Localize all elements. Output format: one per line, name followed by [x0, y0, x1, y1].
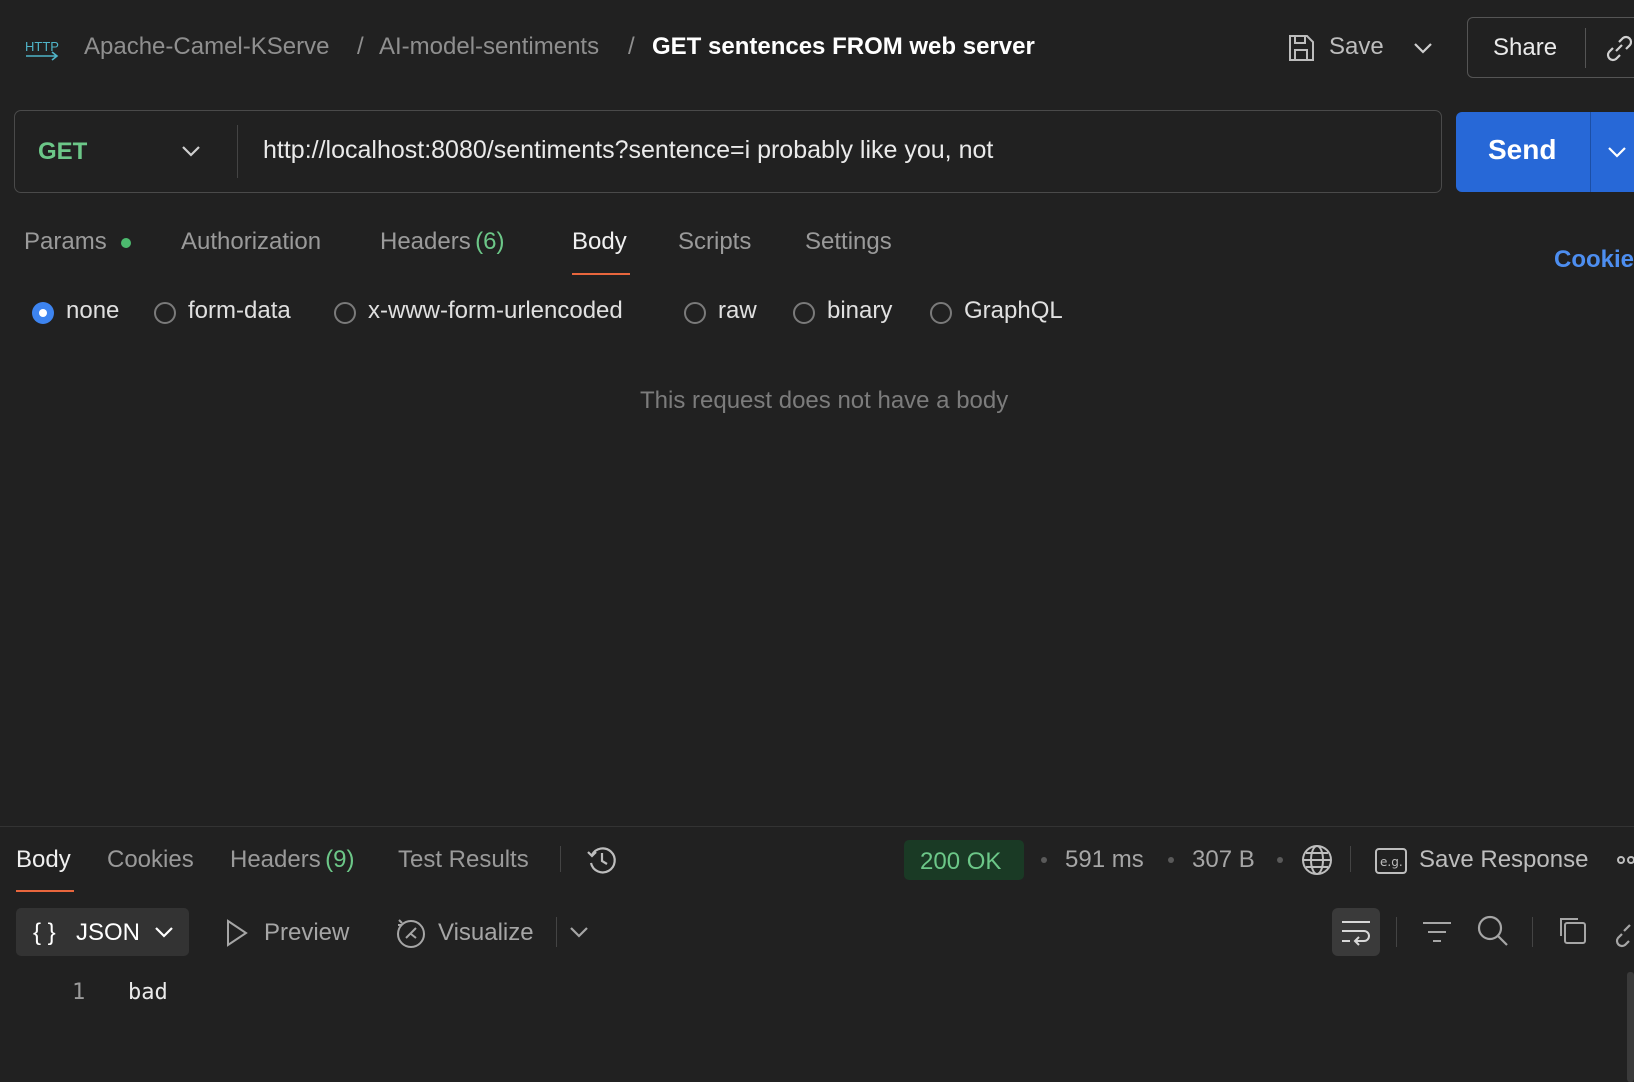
chevron-down-icon — [180, 141, 202, 161]
visualize-label: Visualize — [438, 919, 534, 946]
copy-icon[interactable] — [1556, 914, 1590, 948]
link-icon[interactable] — [1612, 914, 1634, 948]
globe-icon[interactable] — [1300, 843, 1334, 877]
radio-none-label: none — [66, 297, 120, 324]
tab-authorization[interactable]: Authorization — [181, 228, 321, 256]
visualize-button[interactable]: Visualize — [394, 914, 544, 950]
example-icon: e.g. — [1374, 846, 1408, 876]
params-active-dot — [121, 238, 131, 248]
response-tab-headers[interactable]: Headers (9) — [230, 846, 355, 874]
radio-binary-label: binary — [827, 297, 893, 324]
headers-count: (6) — [475, 228, 505, 255]
preview-button[interactable]: Preview — [224, 916, 364, 950]
copy-link-icon[interactable] — [1603, 32, 1634, 64]
line-number: 1 — [72, 980, 86, 1005]
send-options-chevron-icon[interactable] — [1606, 142, 1628, 162]
visualize-icon — [394, 916, 428, 950]
breadcrumb-collection[interactable]: Apache-Camel-KServe — [84, 33, 329, 61]
breadcrumb-separator: / — [628, 33, 635, 60]
format-label: JSON — [76, 919, 141, 946]
scrollbar[interactable] — [1627, 972, 1634, 1082]
radio-button — [154, 302, 176, 324]
radio-button — [684, 302, 706, 324]
svg-text:e.g.: e.g. — [1380, 855, 1403, 869]
share-group: Share — [1467, 17, 1634, 78]
breadcrumb-separator: / — [357, 33, 364, 60]
search-icon[interactable] — [1476, 914, 1510, 948]
url-input[interactable]: http://localhost:8080/sentiments?sentenc… — [263, 136, 993, 165]
radio-button-selected — [32, 302, 54, 324]
response-tab-test-results[interactable]: Test Results — [398, 846, 529, 874]
tab-settings[interactable]: Settings — [805, 228, 892, 256]
save-label: Save — [1329, 33, 1384, 60]
separator-dot — [1277, 857, 1283, 863]
breadcrumb-folder[interactable]: AI-model-sentiments — [379, 33, 599, 61]
braces-icon: { } — [33, 919, 56, 946]
play-icon — [224, 918, 250, 948]
active-tab-indicator — [572, 273, 630, 275]
response-time[interactable]: 591 ms — [1065, 846, 1144, 874]
chevron-down-icon — [153, 922, 175, 942]
code-line: bad — [128, 980, 168, 1005]
response-headers-count: (9) — [325, 846, 355, 873]
request-title[interactable]: GET sentences FROM web server — [652, 33, 1035, 61]
tab-body[interactable]: Body — [572, 228, 627, 256]
wrap-lines-icon — [1340, 917, 1372, 947]
more-options-icon[interactable] — [1617, 852, 1634, 868]
save-button[interactable]: Save — [1286, 30, 1386, 66]
radio-button — [334, 302, 356, 324]
response-size[interactable]: 307 B — [1192, 846, 1255, 874]
status-text: 200 OK — [920, 848, 1002, 875]
status-badge[interactable]: 200 OK — [904, 840, 1024, 880]
tab-headers[interactable]: Headers (6) — [380, 228, 505, 256]
radio-button — [930, 302, 952, 324]
svg-text:HTTP: HTTP — [25, 39, 59, 54]
response-active-tab-indicator — [16, 890, 74, 892]
wrap-lines-button[interactable] — [1332, 908, 1380, 956]
radio-graphql-label: GraphQL — [964, 297, 1063, 324]
cookies-link[interactable]: Cookies — [1554, 246, 1634, 274]
tab-params[interactable]: Params — [24, 228, 131, 256]
filter-icon[interactable] — [1421, 917, 1453, 947]
response-tab-cookies[interactable]: Cookies — [107, 846, 194, 874]
radio-form-data-label: form-data — [188, 297, 291, 324]
format-select[interactable]: { } JSON — [16, 908, 189, 956]
http-icon: HTTP — [24, 32, 60, 64]
tab-headers-label: Headers — [380, 228, 471, 255]
save-icon — [1286, 33, 1316, 63]
response-tab-body[interactable]: Body — [16, 846, 71, 874]
tab-scripts[interactable]: Scripts — [678, 228, 751, 256]
send-button[interactable]: Send — [1488, 134, 1556, 166]
save-response-label: Save Response — [1419, 846, 1589, 873]
visualize-options-chevron-icon[interactable] — [568, 922, 590, 942]
response-tab-headers-label: Headers — [230, 846, 321, 873]
separator-dot — [1041, 857, 1047, 863]
separator-dot — [1168, 857, 1174, 863]
pane-divider[interactable] — [0, 826, 1634, 827]
preview-label: Preview — [264, 919, 350, 946]
radio-raw-label: raw — [718, 297, 757, 324]
save-options-chevron-icon[interactable] — [1412, 38, 1434, 58]
history-icon[interactable] — [585, 843, 619, 877]
share-button[interactable]: Share — [1493, 34, 1557, 62]
tab-params-label: Params — [24, 228, 107, 255]
url-bar: GET http://localhost:8080/sentiments?sen… — [14, 110, 1442, 193]
radio-urlencoded-label: x-www-form-urlencoded — [368, 297, 623, 324]
method-select[interactable]: GET — [15, 111, 235, 192]
method-label: GET — [38, 138, 88, 165]
radio-button — [793, 302, 815, 324]
response-body-editor[interactable]: 1 bad — [0, 966, 1620, 1074]
empty-body-message: This request does not have a body — [640, 387, 1009, 414]
send-group: Send — [1456, 112, 1634, 192]
